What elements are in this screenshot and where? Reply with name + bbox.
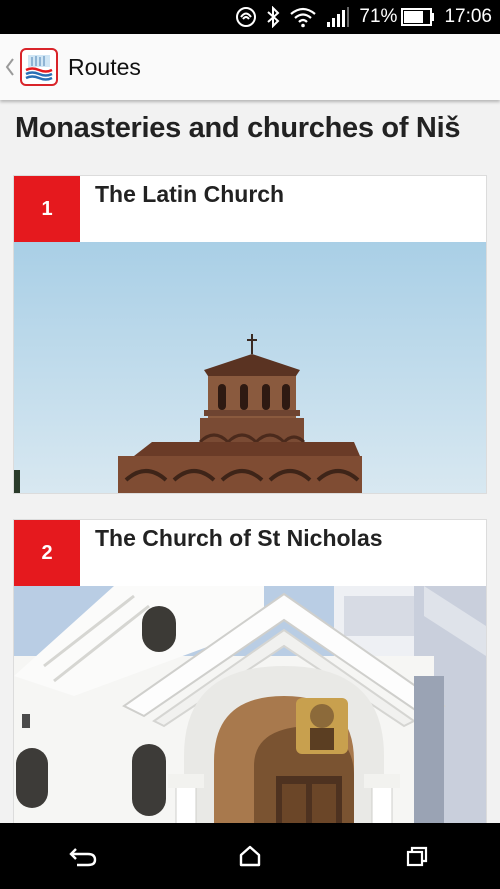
app-bar-title: Routes <box>68 53 141 80</box>
app-bar: Routes <box>0 34 500 100</box>
route-title: The Latin Church <box>95 181 285 207</box>
route-image <box>14 242 486 493</box>
route-card[interactable]: 2 The Church of St Nicholas <box>13 519 487 823</box>
recents-icon[interactable] <box>387 831 447 881</box>
route-title: The Church of St Nicholas <box>95 525 383 551</box>
routes-list: Monasteries and churches of Niš 1 The La… <box>0 100 500 823</box>
system-nav-bar <box>0 823 500 889</box>
back-icon[interactable] <box>53 831 113 881</box>
battery-percent: 71% <box>359 6 398 27</box>
status-bar: 71% 17:06 <box>0 0 500 34</box>
chevron-left-icon[interactable] <box>2 34 18 100</box>
app-logo-icon[interactable] <box>20 48 58 86</box>
route-number-badge: 1 <box>14 176 80 242</box>
battery-icon <box>401 8 435 26</box>
nfc-icon <box>235 6 257 28</box>
clock: 17:06 <box>444 6 492 27</box>
signal-icon <box>326 6 350 28</box>
route-card-header: 1 The Latin Church <box>14 176 486 242</box>
route-number-badge: 2 <box>14 520 80 586</box>
route-image <box>14 586 486 823</box>
home-icon[interactable] <box>220 831 280 881</box>
route-card[interactable]: 1 The Latin Church <box>13 175 487 494</box>
wifi-icon <box>289 6 317 28</box>
page-title: Monasteries and churches of Niš <box>15 112 461 144</box>
bluetooth-icon <box>266 6 280 28</box>
route-card-header: 2 The Church of St Nicholas <box>14 520 486 586</box>
